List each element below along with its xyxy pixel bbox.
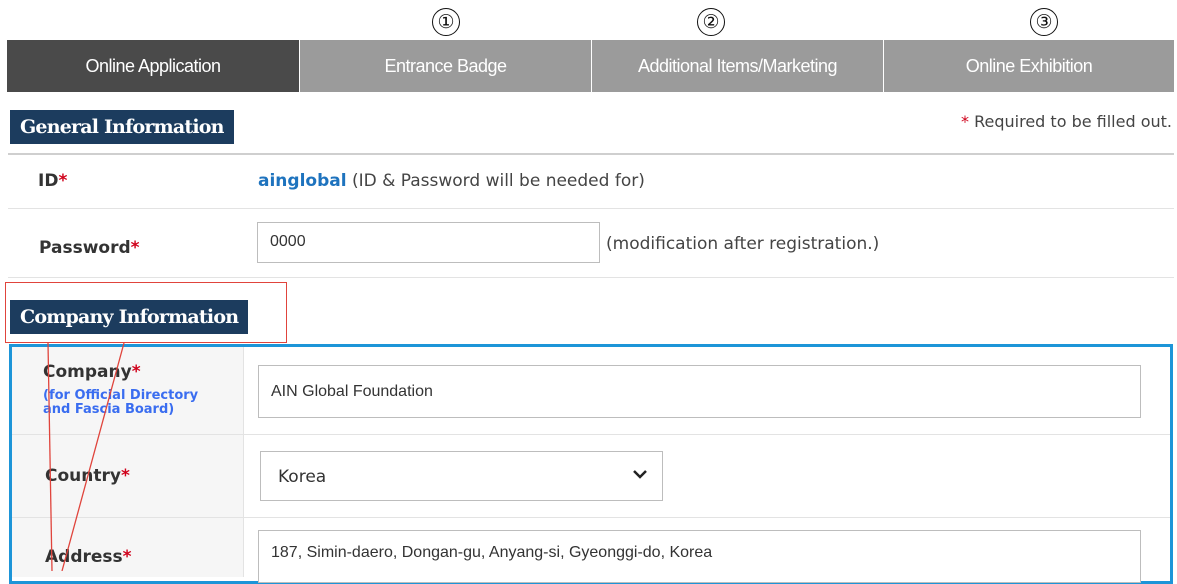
annotation-lines — [47, 342, 125, 571]
